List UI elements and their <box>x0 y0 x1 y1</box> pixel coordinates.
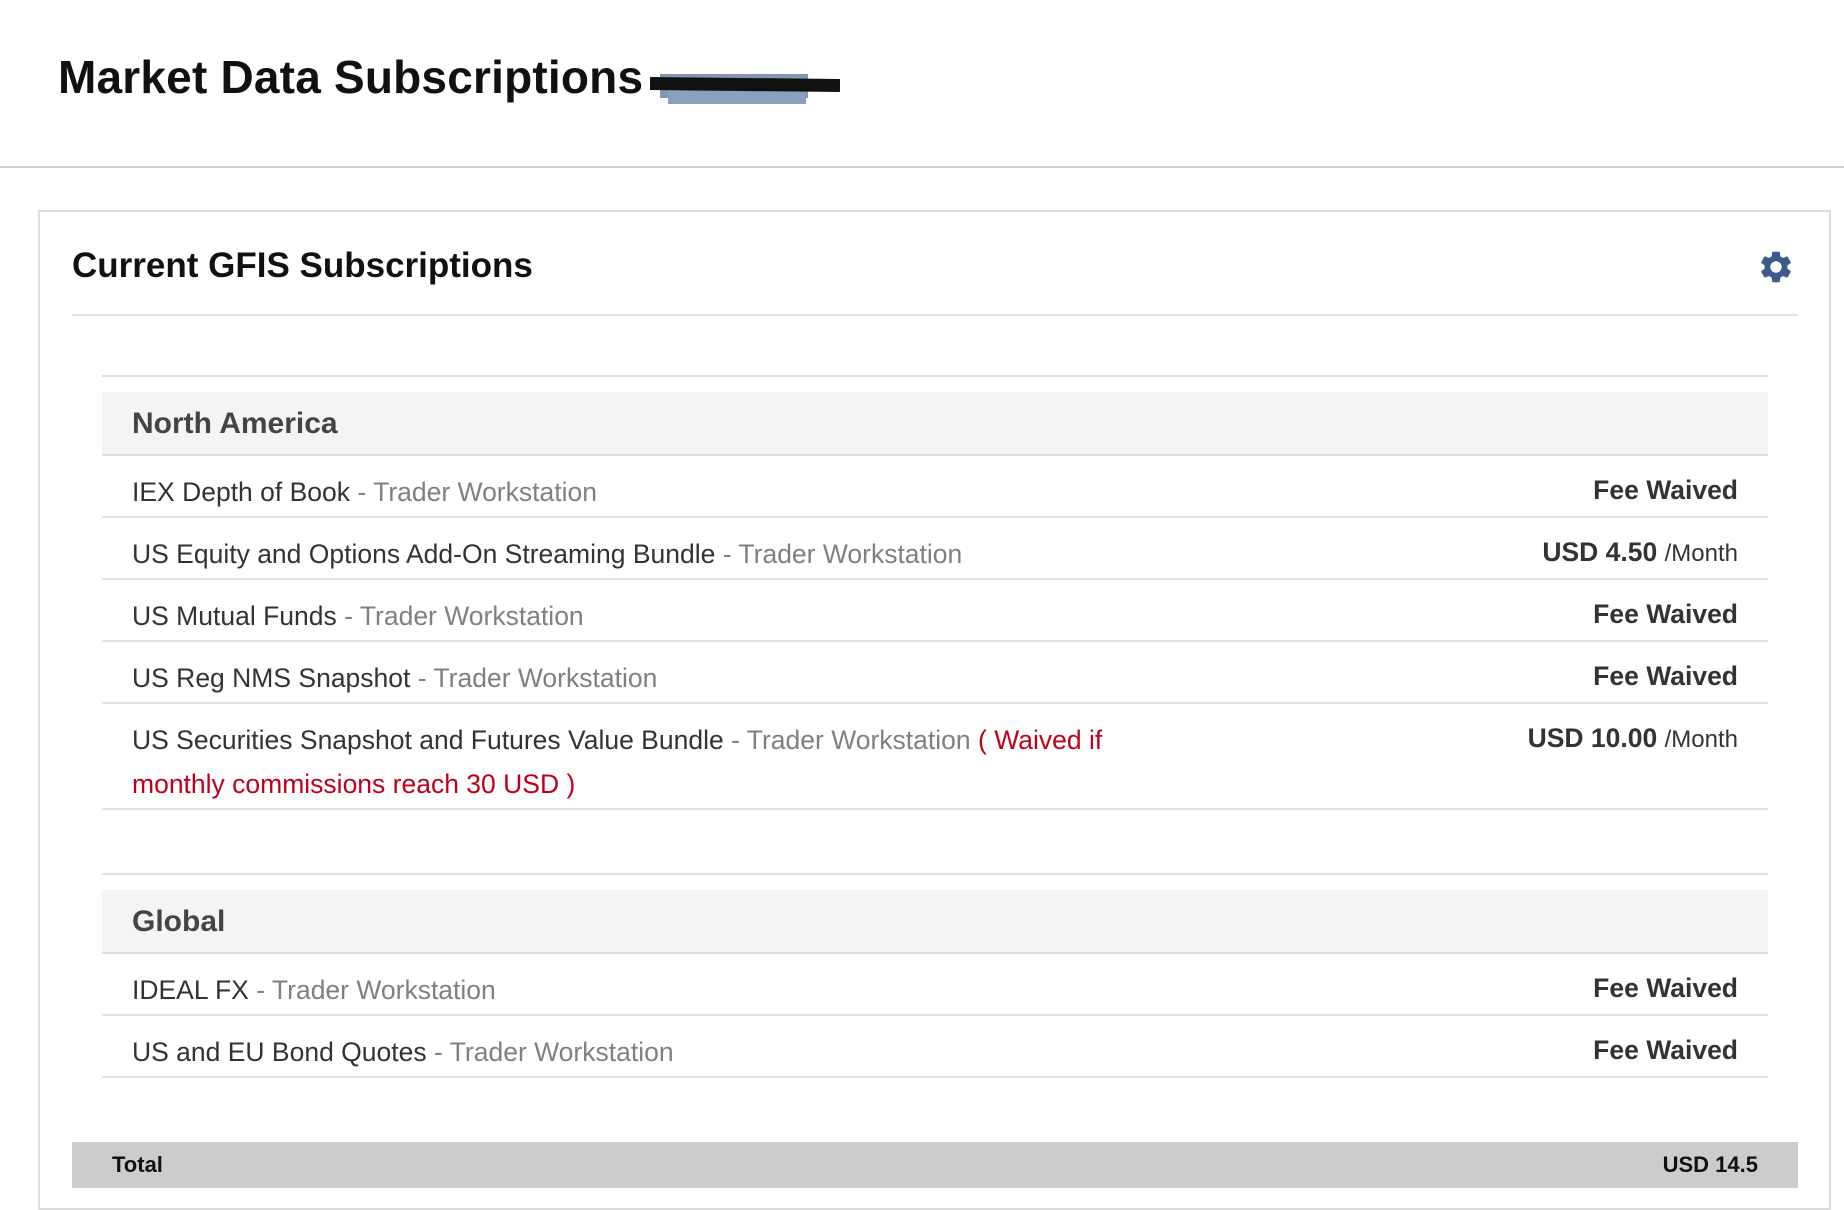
total-bar: Total USD 14.5 <box>72 1142 1798 1188</box>
fee-value: Fee Waived <box>1593 973 1738 1003</box>
separator: - <box>336 601 360 631</box>
redacted-account-id <box>649 68 841 108</box>
subscriptions-panel: Current GFIS Subscriptions North America… <box>38 210 1831 1210</box>
subscription-name: US Securities Snapshot and Futures Value… <box>132 725 724 755</box>
subscription-row: US Reg NMS Snapshot - Trader Workstation… <box>102 642 1768 704</box>
subscription-description: US Equity and Options Add-On Streaming B… <box>132 532 1132 576</box>
subscription-description: US Securities Snapshot and Futures Value… <box>132 718 1132 806</box>
separator: - <box>723 725 747 755</box>
subscription-row: US and EU Bond Quotes - Trader Workstati… <box>102 1016 1768 1078</box>
subscription-name: US Equity and Options Add-On Streaming B… <box>132 539 716 569</box>
subscription-row: US Equity and Options Add-On Streaming B… <box>102 518 1768 580</box>
subscription-description: US and EU Bond Quotes - Trader Workstati… <box>132 1030 1132 1074</box>
separator: - <box>715 539 739 569</box>
platform-label: Trader Workstation <box>449 1037 674 1067</box>
subscription-name: IDEAL FX <box>132 975 249 1005</box>
region-north-america: North America IEX Depth of Book - Trader… <box>102 375 1768 810</box>
total-label: Total <box>112 1152 163 1177</box>
fee-value: Fee Waived <box>1593 1035 1738 1065</box>
subscription-name: US Reg NMS Snapshot <box>132 663 411 693</box>
separator: - <box>426 1037 450 1067</box>
panel-title: Current GFIS Subscriptions <box>72 246 533 285</box>
platform-label: Trader Workstation <box>746 725 971 755</box>
region-header: North America <box>102 392 1768 456</box>
subscription-name: US Mutual Funds <box>132 601 337 631</box>
subscription-row: IDEAL FX - Trader Workstation Fee Waived <box>102 954 1768 1016</box>
page-header: Market Data Subscriptions <box>0 0 1844 168</box>
subscription-description: IEX Depth of Book - Trader Workstation <box>132 470 1132 514</box>
fee-value: Fee Waived <box>1593 599 1738 629</box>
separator: - <box>350 477 374 507</box>
platform-label: Trader Workstation <box>359 601 584 631</box>
fee-value: USD 10.00 /Month <box>1527 723 1738 753</box>
gear-icon[interactable] <box>1757 248 1795 286</box>
subscription-description: IDEAL FX - Trader Workstation <box>132 968 1132 1012</box>
subscription-row: US Securities Snapshot and Futures Value… <box>102 704 1768 810</box>
subscription-description: US Mutual Funds - Trader Workstation <box>132 594 1132 638</box>
subscription-row: IEX Depth of Book - Trader Workstation F… <box>102 456 1768 518</box>
platform-label: Trader Workstation <box>738 539 963 569</box>
platform-label: Trader Workstation <box>373 477 597 507</box>
platform-label: Trader Workstation <box>271 975 496 1005</box>
region-global: Global IDEAL FX - Trader Workstation Fee… <box>102 873 1768 1078</box>
subscription-description: US Reg NMS Snapshot - Trader Workstation <box>132 656 1132 700</box>
subscription-name: IEX Depth of Book <box>132 477 351 507</box>
fee-value: Fee Waived <box>1593 661 1738 691</box>
separator: - <box>248 975 272 1005</box>
fee-unit: /Month <box>1664 726 1738 753</box>
subscription-row: US Mutual Funds - Trader Workstation Fee… <box>102 580 1768 642</box>
region-header: Global <box>102 890 1768 954</box>
fee-unit: /Month <box>1664 540 1738 567</box>
fee-value: Fee Waived <box>1593 475 1738 505</box>
total-value: USD 14.5 <box>1662 1152 1758 1177</box>
separator: - <box>410 663 434 693</box>
panel-divider <box>72 314 1798 316</box>
fee-value: USD 4.50 /Month <box>1542 537 1738 567</box>
platform-label: Trader Workstation <box>433 663 658 693</box>
subscription-name: US and EU Bond Quotes <box>132 1037 427 1067</box>
page-title: Market Data Subscriptions <box>58 51 644 103</box>
